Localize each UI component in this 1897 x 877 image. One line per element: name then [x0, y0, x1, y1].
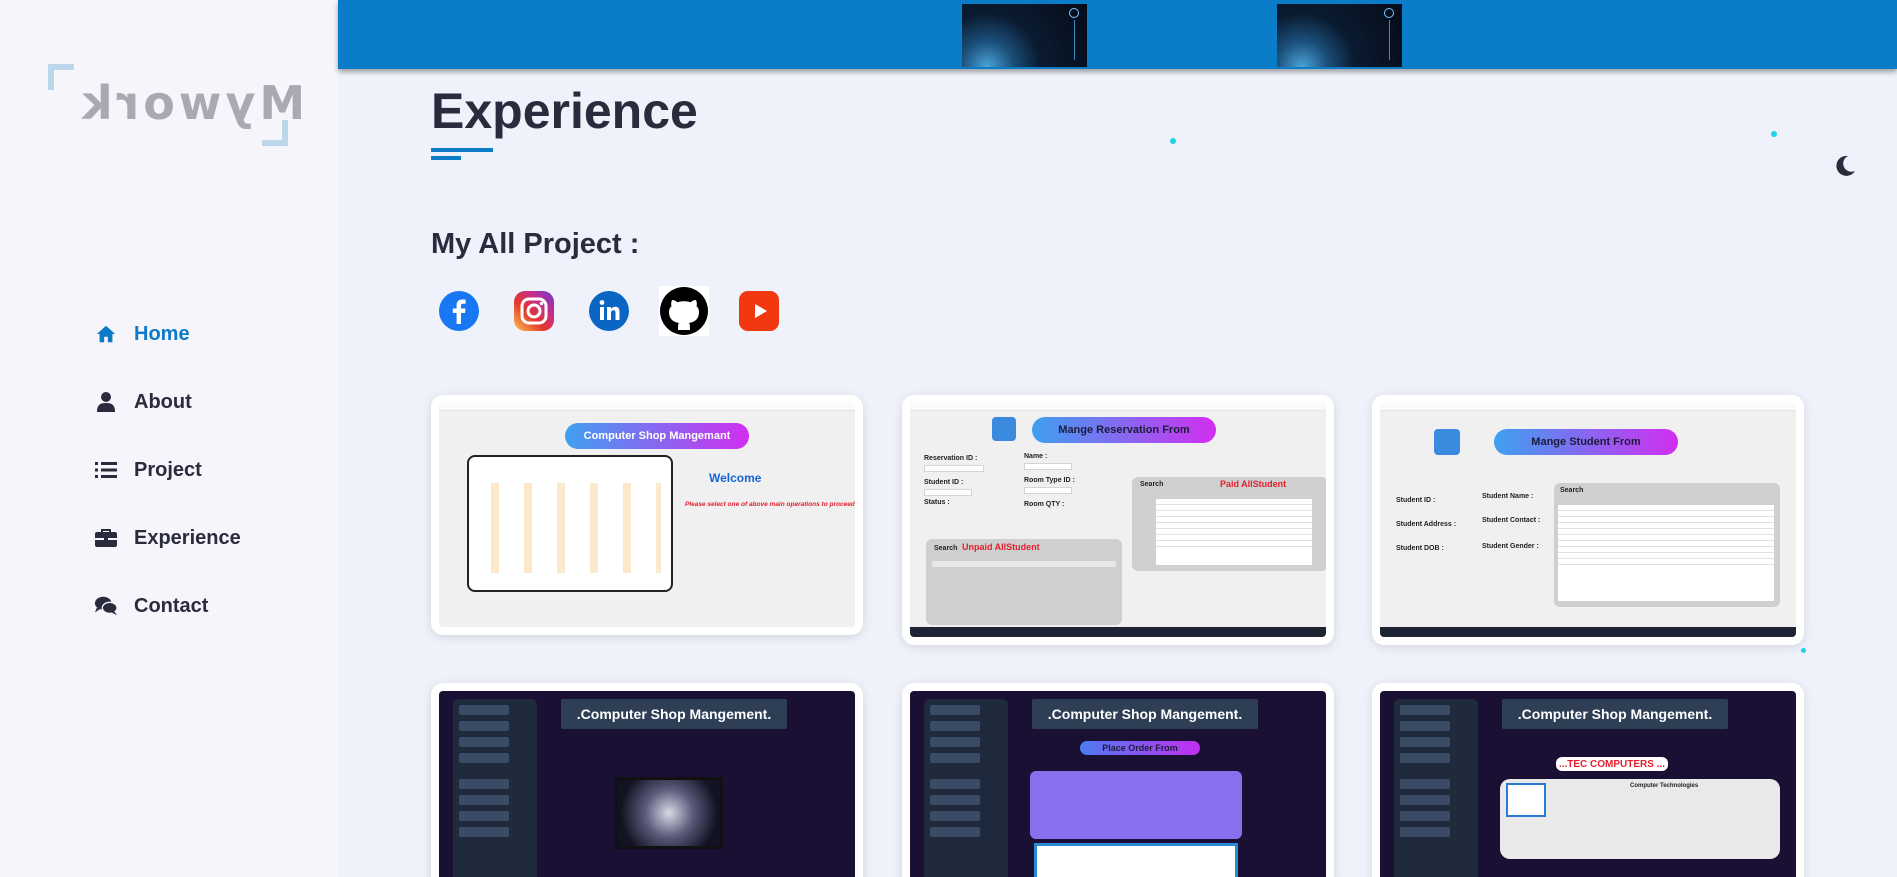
briefcase-icon	[94, 526, 118, 550]
sidebar-item-label: About	[134, 390, 192, 413]
project-card-place-order[interactable]: .Computer Shop Mangement. Place Order Fr…	[902, 683, 1334, 877]
welcome-text: Welcome	[709, 471, 762, 485]
project-screenshot: Computer Shop Mangemant Welcome Please s…	[439, 403, 855, 627]
logo-corner-bottom-right	[262, 120, 288, 146]
youtube-icon[interactable]	[734, 286, 784, 336]
student-table-panel: Search	[1554, 483, 1780, 607]
user-icon	[94, 390, 118, 414]
chat-icon	[94, 594, 118, 618]
sidebar-item-project[interactable]: Project	[94, 436, 241, 504]
project-card-tec-computers[interactable]: .Computer Shop Mangement. ...TEC COMPUTE…	[1372, 683, 1804, 877]
project-title: Mange Student From	[1494, 429, 1678, 455]
sidebar-item-experience[interactable]: Experience	[94, 504, 241, 572]
home-icon	[94, 322, 118, 346]
page-title: Experience	[431, 83, 698, 139]
instagram-icon[interactable]	[509, 286, 559, 336]
facebook-icon[interactable]	[434, 286, 484, 336]
sidebar-item-label: Experience	[134, 526, 241, 549]
list-icon	[94, 458, 118, 482]
paid-panel: Search Paid AllStudent	[1132, 477, 1326, 571]
github-icon[interactable]	[659, 286, 709, 336]
monitor-image	[615, 777, 723, 849]
project-title: .Computer Shop Mangement.	[1032, 699, 1258, 729]
customer-details-panel	[1030, 771, 1242, 839]
logo-corner-top-left	[48, 64, 74, 90]
welcome-message: Please select one of above main operatio…	[685, 501, 855, 508]
sidebar: Mywork Home About Project Experience Con…	[0, 0, 338, 877]
project-card-reservation[interactable]: Mange Reservation From Reservation ID : …	[902, 395, 1334, 645]
project-title: .Computer Shop Mangement.	[561, 699, 787, 729]
banner-image-right	[1277, 4, 1402, 67]
sidebar-item-about[interactable]: About	[94, 368, 241, 436]
project-card-shop-dashboard[interactable]: .Computer Shop Mangement.	[431, 683, 863, 877]
decorative-dot	[1170, 138, 1176, 144]
order-table	[1034, 843, 1238, 877]
project-screenshot: .Computer Shop Mangement. Place Order Fr…	[910, 691, 1326, 877]
project-screenshot: Mange Student From Student ID : Student …	[1380, 403, 1796, 637]
sidebar-item-label: Project	[134, 458, 202, 481]
top-banner	[338, 0, 1897, 69]
social-links	[434, 286, 809, 336]
computer-icon	[1506, 783, 1546, 817]
project-card-computer-shop[interactable]: Computer Shop Mangemant Welcome Please s…	[431, 395, 863, 635]
project-screenshot: .Computer Shop Mangement. ...TEC COMPUTE…	[1380, 691, 1796, 877]
project-title: Computer Shop Mangemant	[565, 423, 749, 449]
project-screenshot: .Computer Shop Mangement.	[439, 691, 855, 877]
logo[interactable]: Mywork	[48, 64, 305, 146]
sidebar-nav: Home About Project Experience Contact	[94, 300, 241, 640]
project-title: .Computer Shop Mangement.	[1502, 699, 1728, 729]
tec-computers-banner: ...TEC COMPUTERS ...	[1556, 757, 1668, 771]
home-icon	[1434, 429, 1460, 455]
project-screenshot: Mange Reservation From Reservation ID : …	[910, 403, 1326, 637]
moon-icon[interactable]	[1833, 154, 1857, 178]
decorative-dot	[1801, 648, 1806, 653]
banner-image-left	[962, 4, 1087, 67]
decorative-dot	[1771, 131, 1777, 137]
place-order-title: Place Order From	[1080, 741, 1200, 755]
project-card-student[interactable]: Mange Student From Student ID : Student …	[1372, 395, 1804, 645]
projects-heading: My All Project :	[431, 228, 640, 260]
unpaid-panel: Search Unpaid AllStudent	[926, 539, 1122, 625]
sidebar-item-home[interactable]: Home	[94, 300, 241, 368]
menu-panel	[467, 455, 673, 592]
project-title: Mange Reservation From	[1032, 417, 1216, 443]
home-icon	[992, 417, 1016, 441]
sidebar-item-label: Contact	[134, 594, 209, 617]
linkedin-icon[interactable]	[584, 286, 634, 336]
sidebar-item-contact[interactable]: Contact	[94, 572, 241, 640]
sidebar-item-label: Home	[134, 322, 190, 345]
